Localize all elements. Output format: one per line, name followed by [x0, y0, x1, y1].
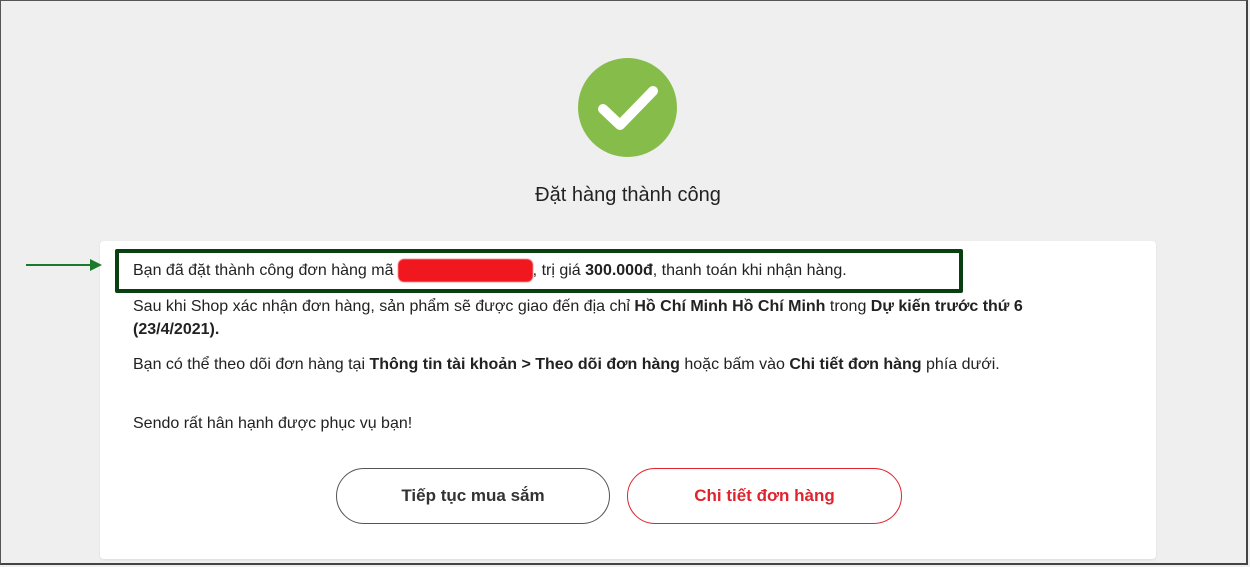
- thank-you-text: Sendo rất hân hạnh được phục vụ bạn!: [133, 415, 413, 432]
- line3-mid: hoặc bấm vào: [679, 356, 790, 373]
- line1-suffix: , thanh toán khi nhận hàng.: [652, 262, 847, 279]
- success-check-icon: [578, 58, 677, 157]
- detail-link-text: Chi tiết đơn hàng: [789, 356, 922, 373]
- order-detail-button[interactable]: Chi tiết đơn hàng: [627, 468, 902, 524]
- delivery-info-text: Sau khi Shop xác nhận đơn hàng, sản phẩm…: [133, 295, 1123, 341]
- tracking-info-text: Bạn có thể theo dõi đơn hàng tại Thông t…: [133, 353, 1123, 376]
- line1-mid: , trị giá: [532, 262, 586, 279]
- line3-suffix: phía dưới.: [921, 356, 1000, 373]
- delivery-date: (23/4/2021).: [133, 321, 220, 338]
- line3-prefix: Bạn có thể theo dõi đơn hàng tại: [133, 356, 370, 373]
- delivery-estimate: Dự kiến trước thứ 6: [870, 298, 1023, 315]
- success-title: Đặt hàng thành công: [535, 184, 721, 206]
- order-id-redacted: 1█████49█14█8: [397, 259, 533, 282]
- line2-mid: trong: [825, 298, 871, 315]
- tracking-path: Thông tin tài khoản > Theo dõi đơn hàng: [369, 356, 680, 373]
- continue-shopping-button[interactable]: Tiếp tục mua sắm: [336, 468, 610, 524]
- delivery-address: Hồ Chí Minh Hồ Chí Minh: [634, 298, 826, 315]
- arrow-right-icon: [26, 259, 102, 271]
- line2-prefix: Sau khi Shop xác nhận đơn hàng, sản phẩm…: [133, 298, 635, 315]
- order-confirmation-line: Bạn đã đặt thành công đơn hàng mã 1█████…: [133, 259, 1123, 282]
- line1-prefix: Bạn đã đặt thành công đơn hàng mã: [133, 262, 398, 279]
- order-amount: 300.000đ: [585, 262, 653, 279]
